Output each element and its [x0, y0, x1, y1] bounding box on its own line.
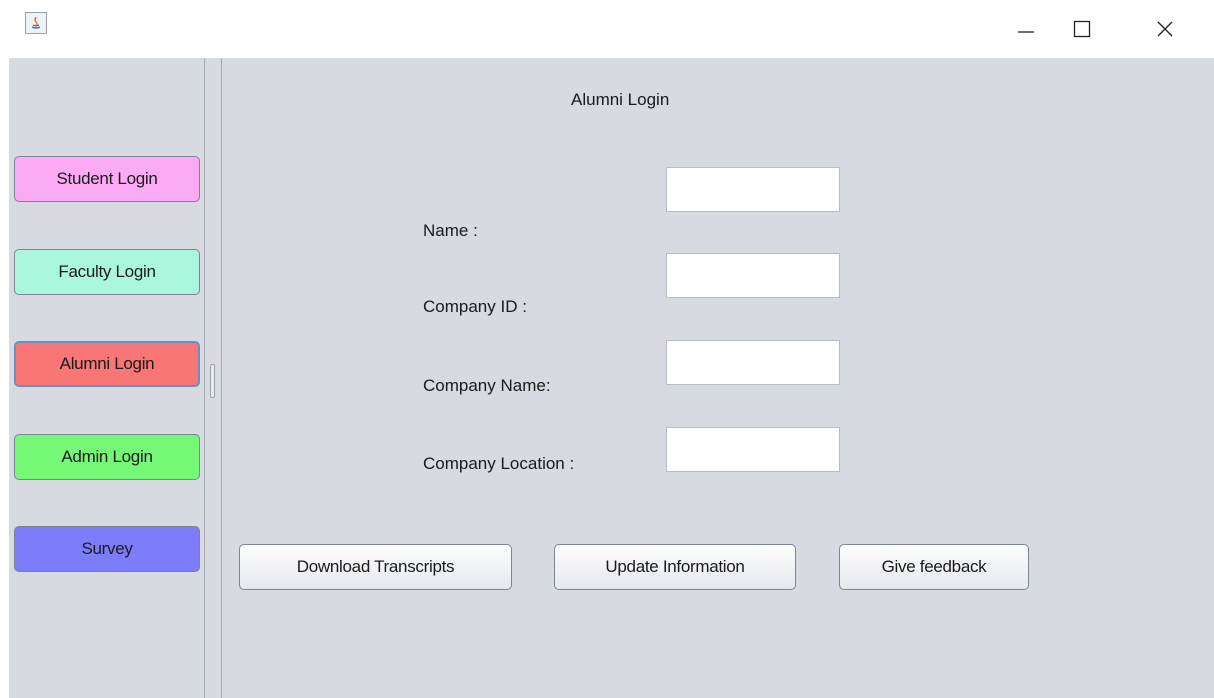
company-name-field[interactable]	[666, 340, 840, 385]
close-button[interactable]	[1141, 0, 1189, 58]
close-icon	[1157, 21, 1173, 37]
company-id-field[interactable]	[666, 253, 840, 298]
page-title: Alumni Login	[571, 90, 670, 109]
company-location-field[interactable]	[666, 427, 840, 472]
title-bar	[0, 0, 1214, 58]
minimize-icon	[1018, 31, 1034, 33]
student-login-button[interactable]: Student Login	[14, 156, 200, 202]
maximize-icon	[1073, 20, 1091, 38]
java-icon	[25, 12, 47, 34]
minimize-button[interactable]	[1002, 0, 1050, 58]
survey-button[interactable]: Survey	[14, 526, 200, 572]
divider-handle[interactable]	[210, 364, 215, 398]
company-location-label: Company Location :	[423, 454, 575, 473]
name-label: Name :	[423, 221, 478, 240]
company-name-label: Company Name:	[423, 376, 551, 395]
alumni-login-button[interactable]: Alumni Login	[14, 341, 200, 387]
give-feedback-button[interactable]: Give feedback	[839, 544, 1029, 590]
name-field[interactable]	[666, 167, 840, 212]
download-transcripts-button[interactable]: Download Transcripts	[239, 544, 512, 590]
faculty-login-button[interactable]: Faculty Login	[14, 249, 200, 295]
maximize-button[interactable]	[1058, 0, 1106, 58]
company-id-label: Company ID :	[423, 297, 527, 316]
update-information-button[interactable]: Update Information	[554, 544, 796, 590]
admin-login-button[interactable]: Admin Login	[14, 434, 200, 480]
